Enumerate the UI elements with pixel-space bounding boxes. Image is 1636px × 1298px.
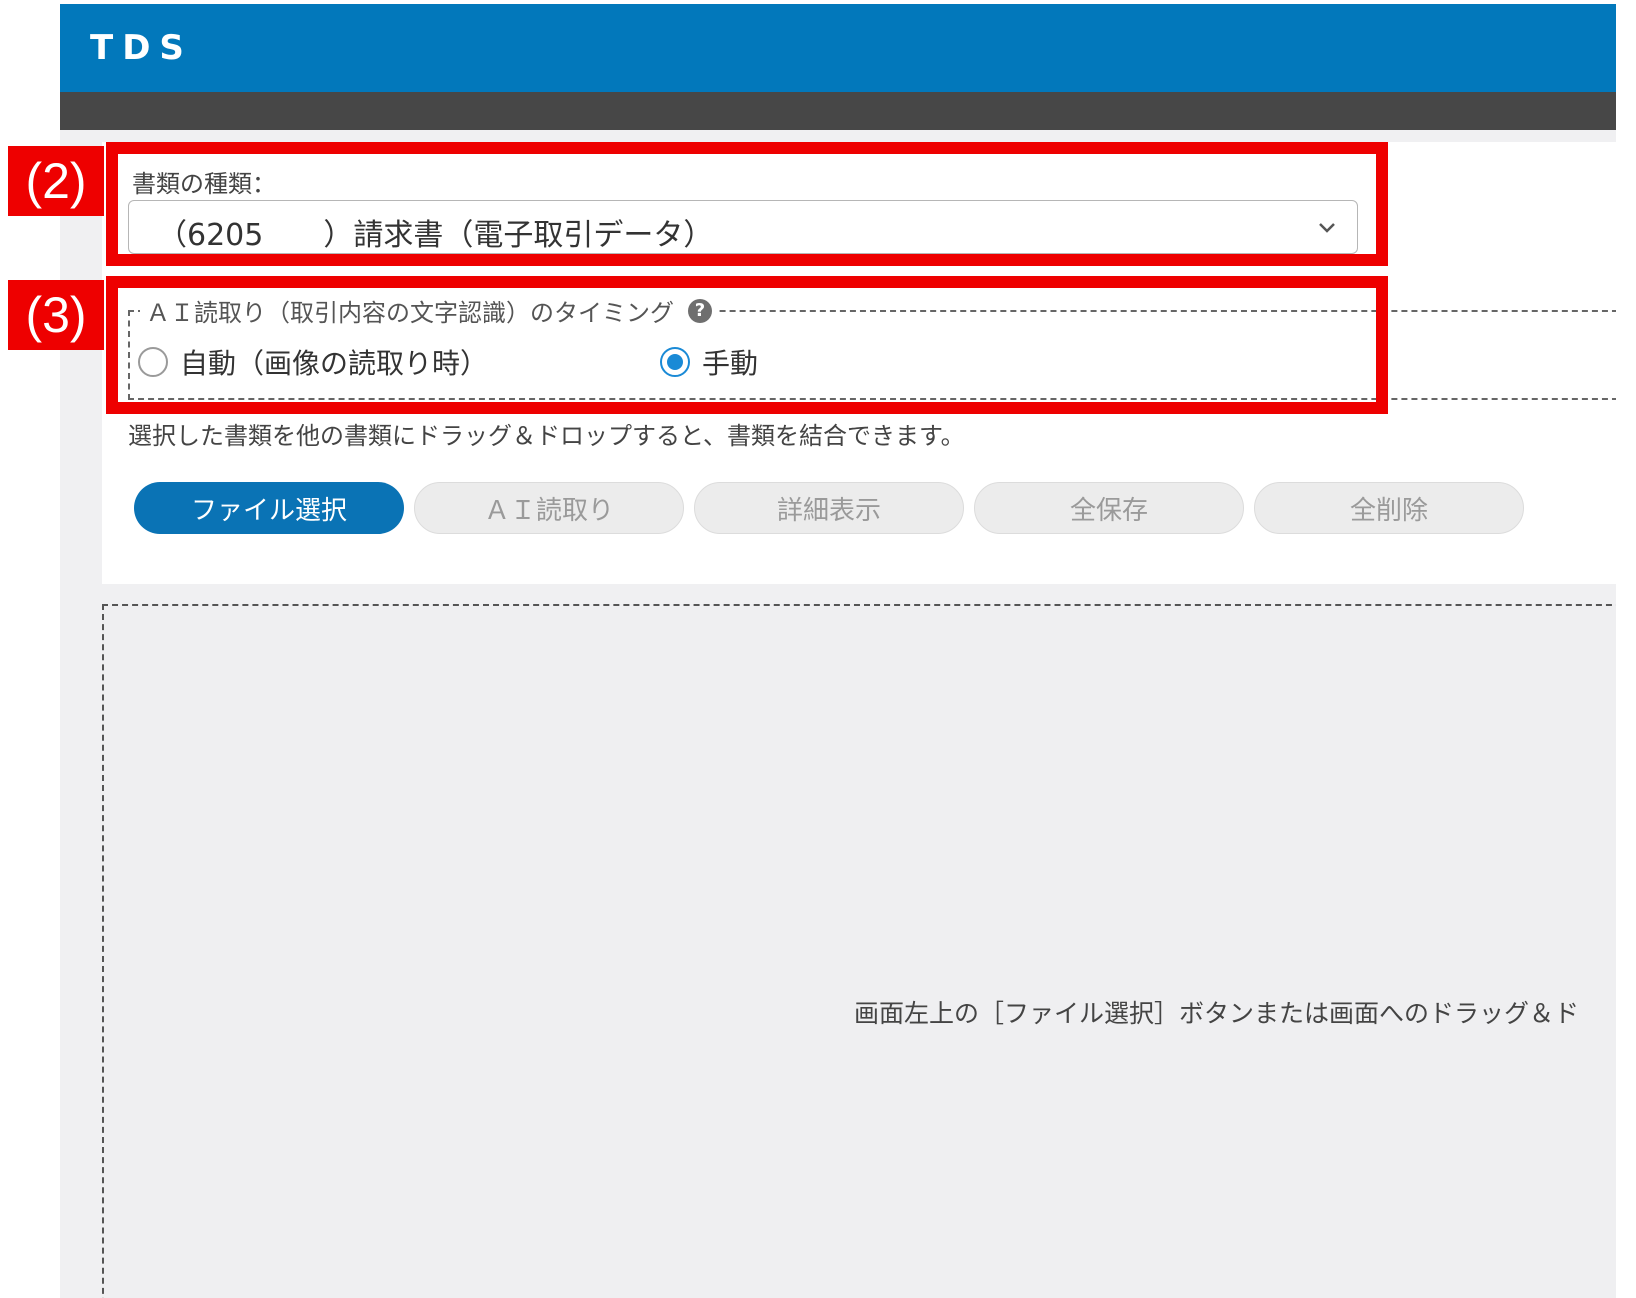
delete-all-button[interactable]: 全削除 — [1254, 482, 1524, 534]
annotation-tag-3: (3) — [8, 280, 104, 350]
save-all-button[interactable]: 全保存 — [974, 482, 1244, 534]
app-header: TDS — [60, 4, 1616, 92]
annotation-tag-2: (2) — [8, 146, 104, 216]
detail-view-button[interactable]: 詳細表示 — [694, 482, 964, 534]
app-subbar — [60, 92, 1616, 130]
annotation-box-3 — [106, 276, 1388, 414]
ai-read-button[interactable]: ＡＩ読取り — [414, 482, 684, 534]
annotation-box-2 — [106, 142, 1388, 266]
drop-zone-hint: 画面左上の［ファイル選択］ボタンまたは画面へのドラッグ＆ド — [854, 999, 1580, 1028]
app-title: TDS — [90, 28, 193, 68]
file-drop-zone[interactable]: 画面左上の［ファイル選択］ボタンまたは画面へのドラッグ＆ド — [102, 604, 1616, 1298]
file-select-button[interactable]: ファイル選択 — [134, 482, 404, 534]
merge-hint-text: 選択した書類を他の書類にドラッグ＆ドロップすると、書類を結合できます。 — [128, 422, 965, 450]
